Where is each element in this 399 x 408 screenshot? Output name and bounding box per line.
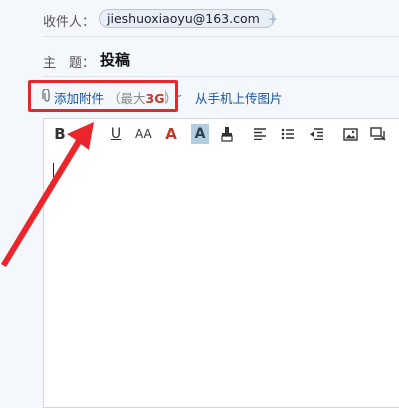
text-cursor — [53, 163, 54, 177]
align-left-icon[interactable] — [252, 124, 268, 144]
editor-toolbar: B I U AA A A — [44, 119, 399, 149]
bold-button[interactable]: B — [52, 124, 68, 144]
font-color-button[interactable]: A — [163, 124, 179, 144]
recipient-chip[interactable]: jieshuoxiaoyu@163.com + — [99, 9, 278, 28]
font-size-button[interactable]: AA — [135, 124, 152, 144]
divider — [43, 76, 399, 77]
subject-input[interactable]: 投稿 — [100, 49, 130, 70]
format-brush-icon[interactable] — [219, 124, 235, 144]
add-recipient-icon[interactable]: + — [268, 12, 278, 26]
divider — [43, 36, 399, 37]
underline-button[interactable]: U — [108, 124, 124, 144]
subject-label: 主 题： — [43, 56, 96, 71]
upload-from-phone-link[interactable]: 从手机上传图片 — [195, 88, 283, 107]
screenshot-icon[interactable] — [370, 124, 386, 144]
mail-editor[interactable]: B I U AA A A — [43, 118, 399, 408]
recipient-label: 收件人： — [43, 15, 96, 30]
italic-button[interactable]: I — [80, 124, 96, 144]
image-icon[interactable] — [342, 124, 358, 144]
highlight-box — [28, 80, 178, 112]
bullet-list-icon[interactable] — [280, 124, 296, 144]
outdent-icon[interactable] — [308, 124, 324, 144]
bg-color-button[interactable]: A — [191, 124, 209, 144]
recipient-email[interactable]: jieshuoxiaoyu@163.com — [107, 11, 260, 26]
